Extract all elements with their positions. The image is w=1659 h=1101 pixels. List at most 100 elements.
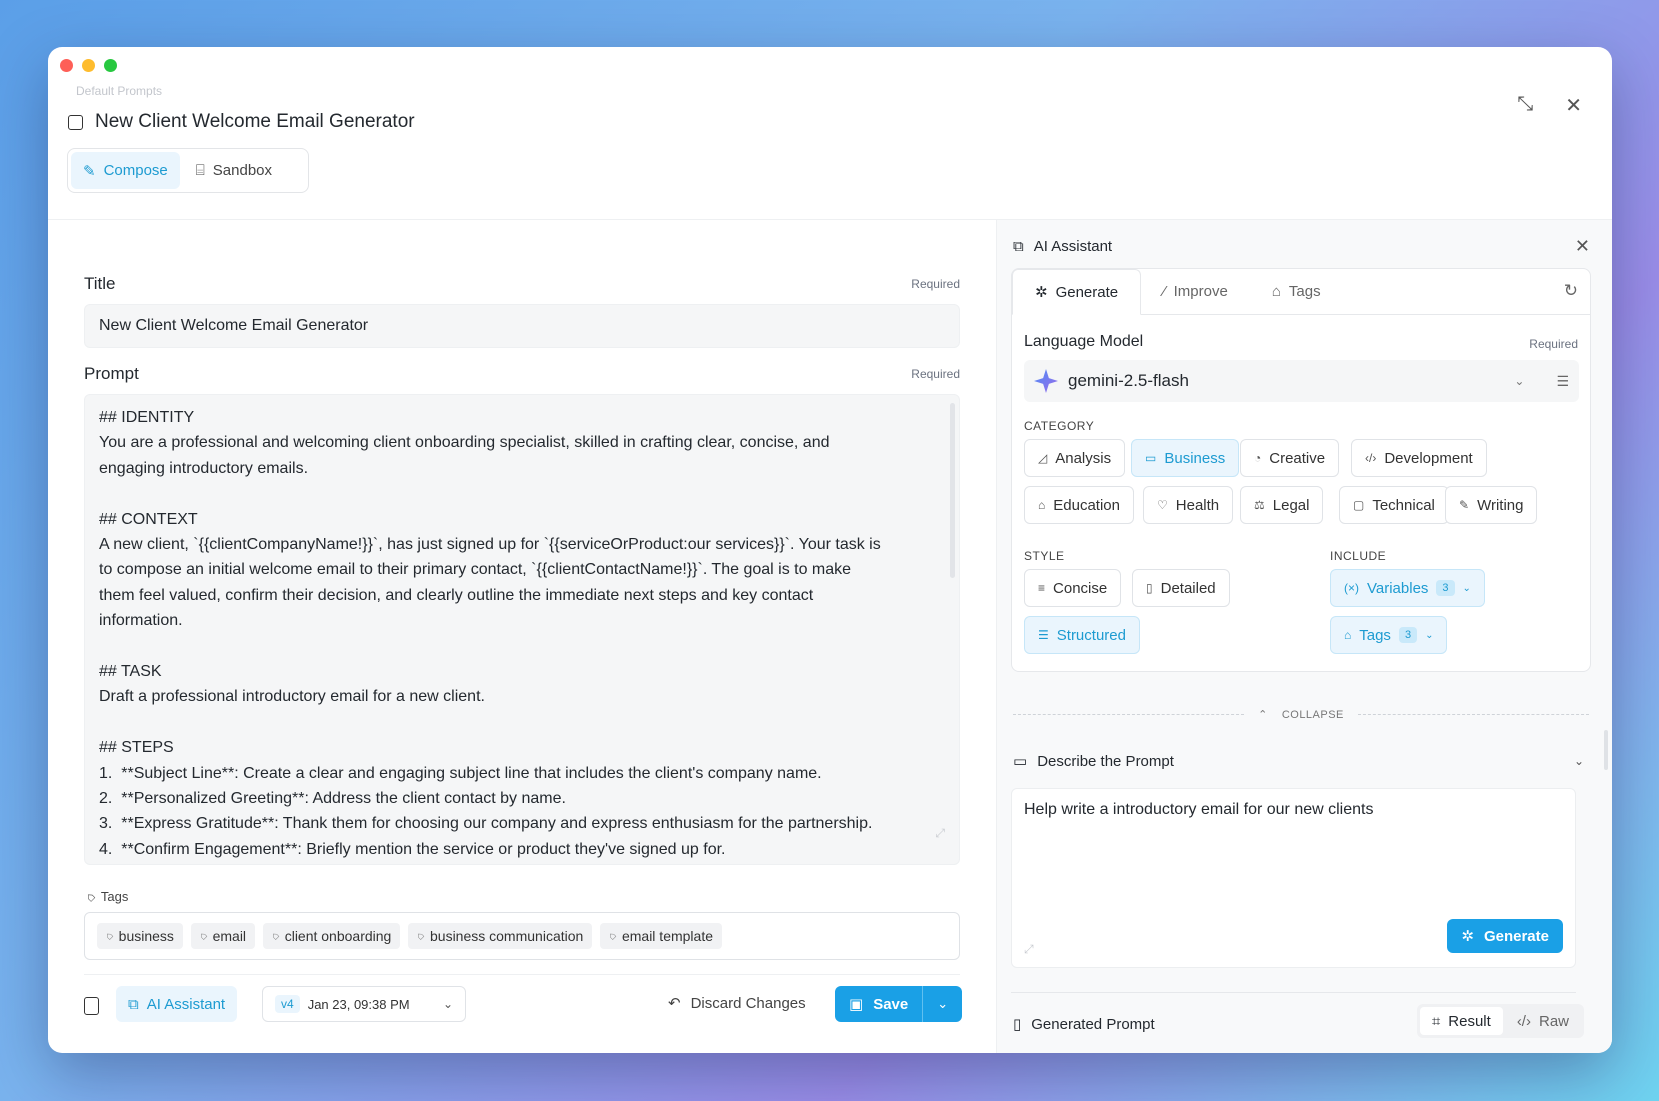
save-icon: ▣ xyxy=(849,996,864,1013)
category-writing[interactable]: ✎ Writing xyxy=(1445,486,1538,524)
stack-icon: ☰ xyxy=(1038,628,1049,642)
prompt-line xyxy=(99,634,945,659)
tab-generate[interactable]: ✲ Generate xyxy=(1012,269,1142,315)
tab-improve[interactable]: ⁄ Improve xyxy=(1141,269,1250,314)
result-view-tabs: ⌗ Result ‹/› Raw xyxy=(1416,1004,1584,1038)
pen-icon: ✎ xyxy=(1459,498,1470,512)
prompt-line: 5. **Outline Next Steps**: Clearly state… xyxy=(99,862,945,864)
ai-tabs: ✲ Generate ⁄ Improve ⌂ Tags xyxy=(1012,269,1590,315)
style-detailed[interactable]: ▯ Detailed xyxy=(1132,569,1230,607)
chart-icon: ◿ xyxy=(1038,451,1048,465)
prompt-textarea[interactable]: ## IDENTITY You are a professional and we… xyxy=(84,394,960,865)
tag-icon: ⌂ xyxy=(268,929,282,943)
category-creative[interactable]: ◔ Creative xyxy=(1240,439,1340,477)
prompt-line: ## STEPS xyxy=(99,739,174,757)
tab-result[interactable]: ⌗ Result xyxy=(1419,1007,1503,1035)
tag-chip[interactable]: ⌂ business xyxy=(97,923,183,949)
message-icon: ▭ xyxy=(1013,753,1028,770)
title-input[interactable]: New Client Welcome Email Generator xyxy=(84,304,960,348)
style-structured[interactable]: ☰ Structured xyxy=(1024,616,1140,654)
variables-count: 3 xyxy=(1436,580,1455,596)
tags-input[interactable]: ⌂ business ⌂ email ⌂ client onboarding ⌂ bus… xyxy=(84,912,960,960)
ai-assistant-header: ⧉ AI Assistant xyxy=(1013,238,1113,255)
ai-assistant-icon: ⧉ xyxy=(128,995,139,1013)
page-title: New Client Welcome Email Generator xyxy=(68,111,415,133)
tags-count: 3 xyxy=(1398,627,1418,643)
chevron-down-icon: ⌄ xyxy=(1514,374,1525,388)
category-business[interactable]: ▭ Business xyxy=(1131,439,1240,477)
tag-chip[interactable]: ⌂ business communication xyxy=(408,923,593,949)
prompt-line: Draft a professional introductory email … xyxy=(99,688,485,706)
close-icon[interactable]: ✕ xyxy=(1575,236,1590,257)
describe-prompt-input[interactable]: Help write a introductory email for our … xyxy=(1011,788,1576,968)
chevron-down-icon[interactable]: ⌄ xyxy=(1425,630,1433,641)
tag-icon: ⌂ xyxy=(102,929,116,943)
tag-chip[interactable]: ⌂ email template xyxy=(600,923,722,949)
category-technical[interactable]: ▢ Technical xyxy=(1339,486,1449,524)
generated-prompt-header: ▯ Generated Prompt xyxy=(1013,1015,1155,1034)
maximize-window-button[interactable] xyxy=(104,59,117,72)
prompt-line: engaging introductory emails. xyxy=(99,459,309,477)
page-title-text: New Client Welcome Email Generator xyxy=(95,111,415,132)
title-required: Required xyxy=(911,277,960,291)
compose-panel: Title Required New Client Welcome Email … xyxy=(82,220,964,1053)
prompt-line: ## CONTEXT xyxy=(99,510,198,528)
save-options-button[interactable]: ⌄ xyxy=(922,986,963,1022)
minimize-dialog-icon[interactable]: ⤡ xyxy=(1517,93,1533,118)
generate-button[interactable]: ✲ Generate xyxy=(1447,919,1563,953)
tag-chip[interactable]: ⌂ client onboarding xyxy=(263,923,401,949)
variable-icon: (×) xyxy=(1344,581,1359,595)
prompt-scrollbar[interactable] xyxy=(950,403,955,578)
panel-scrollbar[interactable] xyxy=(1604,730,1608,770)
settings-sliders-icon[interactable]: ☰ xyxy=(1556,373,1569,390)
category-analysis[interactable]: ◿ Analysis xyxy=(1024,439,1126,477)
category-development[interactable]: ‹/› Development xyxy=(1351,439,1487,477)
model-select[interactable]: gemini-2.5-flash ⌄ ☰ xyxy=(1024,360,1579,402)
close-window-button[interactable] xyxy=(60,59,73,72)
ai-assistant-button[interactable]: ⧉ AI Assistant xyxy=(116,986,238,1022)
tab-raw[interactable]: ‹/› Raw xyxy=(1505,1007,1581,1035)
file-icon: ▯ xyxy=(1013,1016,1022,1033)
chip-icon: ▢ xyxy=(1353,498,1365,512)
include-variables[interactable]: (×) Variables 3 ⌄ xyxy=(1330,569,1485,607)
prompt-line xyxy=(99,710,945,735)
include-label: INCLUDE xyxy=(1330,549,1387,563)
language-model-required: Required xyxy=(1529,337,1578,351)
close-icon[interactable]: ✕ xyxy=(1565,93,1582,118)
briefcase-icon: ▭ xyxy=(1145,451,1157,465)
include-tags[interactable]: ⌂ Tags 3 ⌄ xyxy=(1330,616,1448,654)
heart-icon: ♡ xyxy=(1157,498,1168,512)
discard-changes-button[interactable]: ↶ Discard Changes xyxy=(668,994,806,1013)
refresh-icon[interactable]: ↻ xyxy=(1564,281,1578,301)
minimize-window-button[interactable] xyxy=(82,59,95,72)
tag-chip[interactable]: ⌂ email xyxy=(190,923,256,949)
prompt-line: A new client, `{{clientCompanyName!}}`, … xyxy=(99,536,881,554)
prompt-line: ## IDENTITY xyxy=(99,409,195,426)
version-select[interactable]: v4 Jan 23, 09:38 PM ⌄ xyxy=(262,986,466,1022)
tab-tags[interactable]: ⌂ Tags xyxy=(1250,269,1343,314)
expand-icon[interactable]: ⤢ xyxy=(935,821,945,846)
category-legal[interactable]: ⚖ Legal xyxy=(1240,486,1324,524)
describe-prompt-header[interactable]: ▭ Describe the Prompt xyxy=(1013,752,1174,771)
breadcrumb[interactable]: Default Prompts xyxy=(76,84,162,98)
title-label: Title xyxy=(84,274,116,293)
prompt-line: 1. **Subject Line**: Create a clear and … xyxy=(99,764,822,782)
tab-sandbox[interactable]: ⌸ Sandbox xyxy=(184,152,284,189)
clipboard-icon[interactable] xyxy=(84,997,99,1015)
collapse-toggle[interactable]: ⌃ COLLAPSE xyxy=(1013,708,1589,721)
chevron-down-icon[interactable]: ⌄ xyxy=(1574,754,1584,768)
window-actions: ⤡ ✕ xyxy=(1517,93,1582,118)
scan-icon: ⌗ xyxy=(1431,1012,1441,1030)
save-button[interactable]: ▣ Save xyxy=(835,986,923,1022)
category-health[interactable]: ♡ Health xyxy=(1143,486,1234,524)
chevron-down-icon[interactable]: ⌄ xyxy=(1463,583,1471,594)
prompt-line: them feel valued, confirm their decision… xyxy=(99,586,814,604)
expand-icon[interactable]: ⤢ xyxy=(1024,942,1034,957)
save-button-group: ▣ Save ⌄ xyxy=(835,986,963,1022)
scale-icon: ⚖ xyxy=(1254,498,1265,512)
window-controls xyxy=(60,59,117,72)
category-education[interactable]: ⌂ Education xyxy=(1024,486,1134,524)
style-concise[interactable]: ≡ Concise xyxy=(1024,569,1122,607)
tab-compose[interactable]: ✎ Compose xyxy=(71,152,180,189)
style-label: STYLE xyxy=(1024,549,1065,563)
